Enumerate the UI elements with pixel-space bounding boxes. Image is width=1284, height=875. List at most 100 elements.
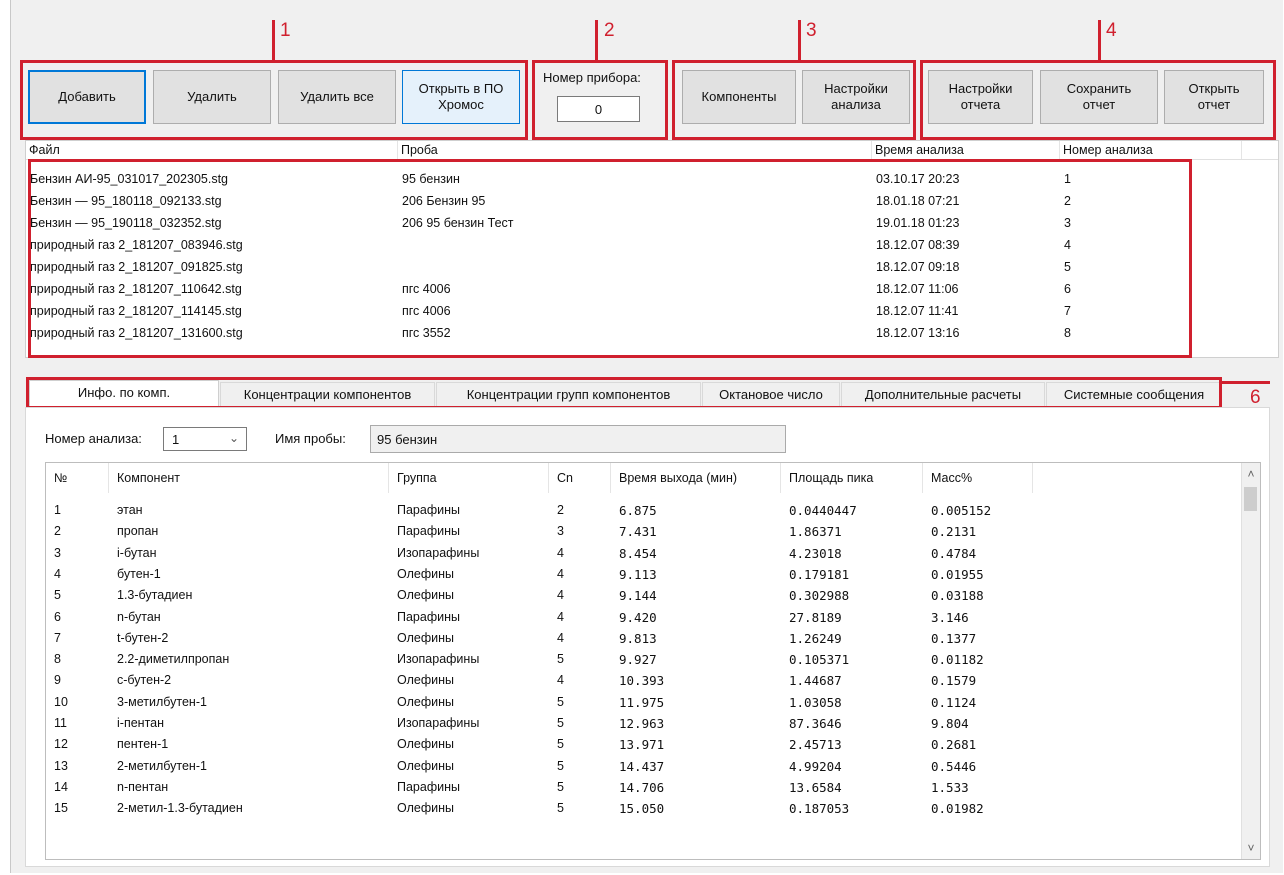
table-cell: 1.3-бутадиен xyxy=(117,588,193,603)
callout-line-1 xyxy=(272,20,275,60)
tab-component-concentrations[interactable]: Концентрации компонентов xyxy=(220,382,435,406)
table-cell: 5 xyxy=(557,779,564,794)
table-cell: 2 xyxy=(557,503,564,517)
files-header-file[interactable]: Файл xyxy=(26,141,398,159)
table-cell: 0.005152 xyxy=(931,503,992,518)
table-cell: 2 xyxy=(54,524,61,539)
table-cell xyxy=(398,234,876,256)
table-cell: 3 xyxy=(557,524,564,539)
table-cell: 7 xyxy=(54,630,61,645)
table-cell: 4 xyxy=(1064,238,1071,252)
table-cell: 95 бензин xyxy=(402,172,460,186)
table-row[interactable]: 7 t-бутен-2 Олефины 4 9.813 1.26249 0.1377 xyxy=(46,628,1241,649)
components-scrollbar[interactable]: ˄ ˅ xyxy=(1241,463,1260,859)
table-row[interactable]: природный газ 2_181207_091825.stg 18.12.0… xyxy=(26,256,1278,278)
table-cell: 9.813 xyxy=(619,630,657,646)
device-number-field[interactable]: 0 xyxy=(557,96,640,122)
components-header-no[interactable]: № xyxy=(46,463,109,493)
components-header-mass-percent[interactable]: Масс% xyxy=(923,463,1033,493)
table-row[interactable]: 6 n-бутан Парафины 4 9.420 27.8189 3.146 xyxy=(46,607,1241,628)
tab-component-info[interactable]: Инфо. по комп. xyxy=(29,380,219,407)
save-report-button[interactable]: Сохранить отчет xyxy=(1040,70,1158,124)
table-row[interactable]: Бензин — 95_190118_032352.stg 206 95 бенз… xyxy=(26,212,1278,234)
components-header-retention-time[interactable]: Время выхода (мин) xyxy=(611,463,781,493)
components-table[interactable]: № Компонент Группа Cn Время выхода (мин)… xyxy=(45,462,1261,860)
table-row[interactable]: природный газ 2_181207_114145.stg пгс 400… xyxy=(26,300,1278,322)
table-cell: t-бутен-2 xyxy=(117,630,169,645)
table-row[interactable]: природный газ 2_181207_083946.stg 18.12.0… xyxy=(26,234,1278,256)
files-table[interactable]: Файл Проба Время анализа Номер анализа Б… xyxy=(25,140,1279,358)
table-cell: 5 xyxy=(1064,260,1071,274)
components-header-peak-area[interactable]: Площадь пика xyxy=(781,463,923,493)
table-row[interactable]: природный газ 2_181207_131600.stg пгс 355… xyxy=(26,322,1278,344)
tab-additional-calculations[interactable]: Дополнительные расчеты xyxy=(841,382,1045,406)
delete-all-button[interactable]: Удалить все xyxy=(278,70,396,124)
table-cell: Олефины xyxy=(397,673,454,688)
table-cell: 206 95 бензин Тест xyxy=(402,216,514,230)
components-header-component[interactable]: Компонент xyxy=(109,463,389,493)
table-row[interactable]: 2 пропан Парафины 3 7.431 1.86371 0.2131 xyxy=(46,521,1241,542)
tab-system-messages[interactable]: Системные сообщения xyxy=(1046,382,1222,406)
scroll-down-icon[interactable]: ˅ xyxy=(1242,839,1260,857)
components-button[interactable]: Компоненты xyxy=(682,70,796,124)
table-cell: 11 xyxy=(54,716,67,730)
table-cell: 27.8189 xyxy=(789,609,842,625)
table-cell: 18.12.07 13:16 xyxy=(876,326,960,340)
table-row[interactable]: 13 2-метилбутен-1 Олефины 5 14.437 4.99204 0.5… xyxy=(46,756,1241,777)
open-report-button[interactable]: Открыть отчет xyxy=(1164,70,1264,124)
table-row[interactable]: 9 c-бутен-2 Олефины 4 10.393 1.44687 0.1579 xyxy=(46,670,1241,691)
scroll-up-icon[interactable]: ˄ xyxy=(1242,465,1260,483)
table-cell: 1.03058 xyxy=(789,694,842,710)
table-row[interactable]: 3 i-бутан Изопарафины 4 8.454 4.23018 0.4784 xyxy=(46,543,1241,564)
table-cell: 18.12.07 08:39 xyxy=(876,238,960,252)
table-cell: 5 xyxy=(557,758,564,773)
table-cell: 0.01182 xyxy=(931,652,984,668)
table-row[interactable]: природный газ 2_181207_110642.stg пгс 400… xyxy=(26,278,1278,300)
analysis-settings-button[interactable]: Настройки анализа xyxy=(802,70,910,124)
report-settings-button[interactable]: Настройки отчета xyxy=(928,70,1033,124)
table-cell: 0.01982 xyxy=(931,801,984,817)
table-cell: 1.533 xyxy=(931,779,969,795)
table-cell: Изопарафины xyxy=(397,545,480,560)
files-header-sample[interactable]: Проба xyxy=(398,141,872,159)
table-row[interactable]: 14 n-пентан Парафины 5 14.706 13.6584 1.533 xyxy=(46,777,1241,798)
table-cell: Олефины xyxy=(397,737,454,752)
table-cell: 1 xyxy=(54,503,61,517)
table-row[interactable]: Бензин — 95_180118_092133.stg 206 Бензин … xyxy=(26,190,1278,212)
table-row[interactable]: 12 пентен-1 Олефины 5 13.971 2.45713 0.2681 xyxy=(46,734,1241,755)
table-cell: 3-метилбутен-1 xyxy=(117,694,207,709)
scroll-thumb[interactable] xyxy=(1244,487,1257,511)
table-row[interactable]: Бензин АИ-95_031017_202305.stg 95 бензин 0… xyxy=(26,168,1278,190)
table-row[interactable]: 1 этан Парафины 2 6.875 0.0440447 0.005152 xyxy=(46,500,1241,521)
components-header-cn[interactable]: Cn xyxy=(549,463,611,493)
tab-group-concentrations[interactable]: Концентрации групп компонентов xyxy=(436,382,701,406)
table-cell: природный газ 2_181207_114145.stg xyxy=(30,304,242,318)
table-cell: 6.875 xyxy=(619,503,657,518)
table-cell: 0.1377 xyxy=(931,630,977,646)
table-row[interactable]: 15 2-метил-1.3-бутадиен Олефины 5 15.050 0.18… xyxy=(46,798,1241,819)
delete-button[interactable]: Удалить xyxy=(153,70,271,124)
table-cell: природный газ 2_181207_091825.stg xyxy=(30,260,243,274)
table-cell: 2.45713 xyxy=(789,737,842,753)
table-cell: 0.302988 xyxy=(789,588,850,604)
analysis-number-value: 1 xyxy=(172,432,180,447)
table-cell: 8.454 xyxy=(619,545,657,561)
open-in-chromos-button[interactable]: Открыть в ПО Хромос xyxy=(402,70,520,124)
table-row[interactable]: 4 бутен-1 Олефины 4 9.113 0.179181 0.01955 xyxy=(46,564,1241,585)
table-cell: 87.3646 xyxy=(789,716,842,731)
analysis-number-select[interactable]: 1 ⌄ xyxy=(163,427,247,451)
tab-octane-number[interactable]: Октановое число xyxy=(702,382,840,406)
table-cell: n-бутан xyxy=(117,609,161,624)
files-header-number[interactable]: Номер анализа xyxy=(1060,141,1242,159)
table-row[interactable]: 8 2.2-диметилпропан Изопарафины 5 9.927 0.105… xyxy=(46,649,1241,670)
table-cell: Олефины xyxy=(397,566,454,581)
components-header-group[interactable]: Группа xyxy=(389,463,549,493)
add-button[interactable]: Добавить xyxy=(28,70,146,124)
table-row[interactable]: 5 1.3-бутадиен Олефины 4 9.144 0.302988 0.0318… xyxy=(46,585,1241,606)
files-header-time[interactable]: Время анализа xyxy=(872,141,1060,159)
table-cell: 3 xyxy=(1064,216,1071,230)
table-row[interactable]: 10 3-метилбутен-1 Олефины 5 11.975 1.03058 0.1… xyxy=(46,692,1241,713)
table-row[interactable]: 11 i-пентан Изопарафины 5 12.963 87.3646 9.804 xyxy=(46,713,1241,734)
sample-name-field[interactable]: 95 бензин xyxy=(370,425,786,453)
table-cell: 206 Бензин 95 xyxy=(402,194,486,208)
